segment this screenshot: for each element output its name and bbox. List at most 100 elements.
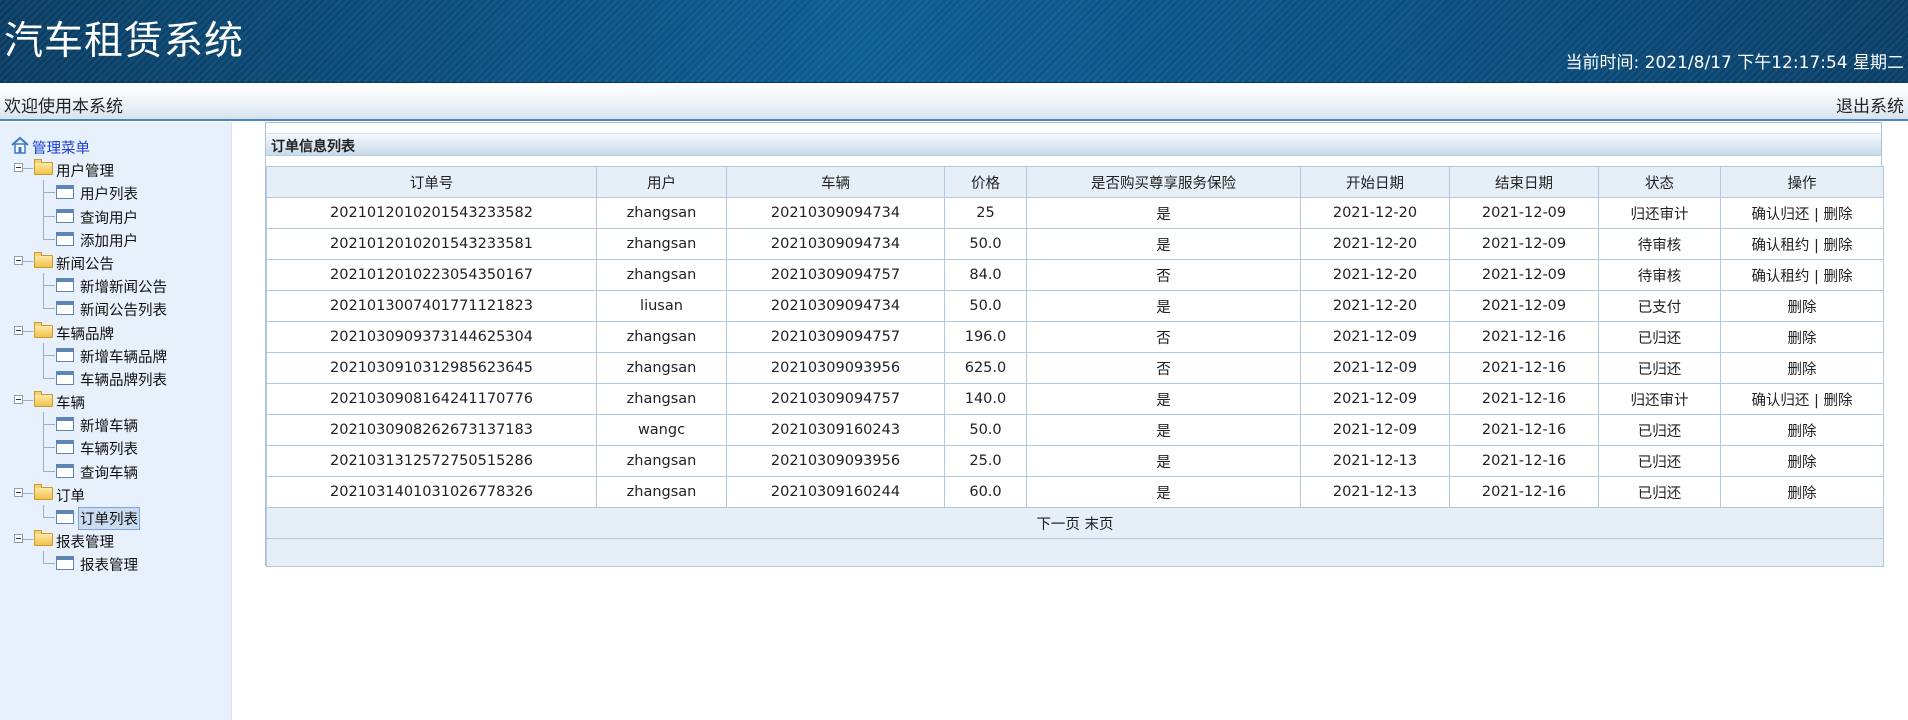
order-table: 订单号 用户 车辆 价格 是否购买尊享服务保险 开始日期 结束日期 状态 操作 20210120… (266, 166, 1884, 567)
tree-connector (43, 365, 44, 378)
menu-item-label: 新闻公告列表 (80, 303, 167, 320)
menu-tree: 管理菜单 用户管理 用户列表 查询用户添加用户新闻公告 新增新闻公告新闻公告列表车辆品牌… (0, 134, 231, 575)
next-page-link[interactable]: 下一页 (1036, 517, 1080, 533)
action-link[interactable]: 删除 (1788, 331, 1817, 347)
table-row: 2021030908164241170776 zhangsan 2021030909… (266, 383, 1884, 415)
insurance-cell: 是 (1026, 197, 1301, 229)
action-separator: | (1809, 237, 1824, 254)
user-cell: zhangsan (596, 476, 727, 508)
end-date-cell: 2021-12-09 (1449, 259, 1599, 291)
status-cell: 归还审计 (1598, 197, 1721, 229)
menu-item[interactable]: 新增车辆 (0, 412, 231, 436)
action-link[interactable]: 确认归还 (1751, 207, 1809, 223)
tree-connector (43, 238, 55, 240)
column-header: 结束日期 (1449, 166, 1599, 198)
menu-item-label: 添加用户 (80, 233, 138, 250)
insurance-cell: 是 (1026, 414, 1301, 446)
page-icon (56, 278, 74, 293)
start-date-cell: 2021-12-09 (1300, 414, 1450, 446)
action-link[interactable]: 删除 (1824, 238, 1853, 254)
tree-connector (23, 539, 33, 541)
collapse-icon[interactable] (14, 325, 23, 335)
menu-group[interactable]: 报表管理 (0, 528, 231, 551)
car-cell: 20210309094734 (726, 228, 945, 260)
actions-cell: 确认租约 | 删除 (1720, 259, 1884, 291)
menu-group[interactable]: 用户管理 (0, 157, 231, 180)
tree-connector (43, 470, 55, 472)
page-icon (56, 417, 74, 432)
price-cell: 50.0 (944, 228, 1027, 260)
end-date-cell: 2021-12-16 (1449, 414, 1599, 446)
menu-item[interactable]: 查询用户 (0, 203, 231, 227)
action-link[interactable]: 删除 (1824, 393, 1853, 409)
menu-item[interactable]: 查询车辆 (0, 458, 231, 482)
menu-group[interactable]: 车辆 (0, 389, 231, 412)
app-title: 汽车租赁系统 (4, 19, 245, 64)
collapse-icon[interactable] (14, 395, 23, 405)
action-separator: | (1809, 268, 1824, 285)
menu-group-label: 订单 (56, 488, 85, 505)
action-link[interactable]: 删除 (1788, 362, 1817, 378)
tree-connector (43, 192, 55, 194)
price-cell: 25 (944, 197, 1027, 229)
action-link[interactable]: 删除 (1788, 300, 1817, 316)
action-link[interactable]: 确认归还 (1751, 393, 1809, 409)
menu-group-label: 车辆品牌 (56, 326, 114, 343)
price-cell: 84.0 (944, 259, 1027, 291)
folder-icon (34, 530, 53, 547)
action-link[interactable]: 删除 (1788, 424, 1817, 440)
welcome-text: 欢迎使用本系统 (4, 97, 123, 117)
action-link[interactable]: 删除 (1788, 455, 1817, 471)
column-header: 开始日期 (1300, 166, 1450, 198)
price-cell: 50.0 (944, 414, 1027, 446)
menu-group[interactable]: 新闻公告 (0, 250, 231, 273)
logout-link[interactable]: 退出系统 (1836, 92, 1904, 117)
page-icon (56, 231, 74, 246)
menu-item[interactable]: 新闻公告列表 (0, 296, 231, 319)
tree-connector (43, 354, 55, 356)
collapse-icon[interactable] (14, 534, 23, 544)
menu-item[interactable]: 车辆品牌列表 (0, 365, 231, 389)
order-no-cell: 2021030908262673137183 (266, 414, 597, 446)
menu-root[interactable]: 管理菜单 (0, 134, 231, 157)
start-date-cell: 2021-12-20 (1300, 228, 1450, 260)
action-link[interactable]: 确认租约 (1751, 238, 1809, 254)
folder-icon (34, 391, 53, 408)
menu-group-label: 新闻公告 (56, 256, 114, 273)
menu-group-label: 车辆 (56, 396, 85, 413)
collapse-icon[interactable] (14, 163, 23, 173)
action-link[interactable]: 删除 (1824, 269, 1853, 285)
actions-cell: 删除 (1720, 414, 1884, 446)
menu-group[interactable]: 订单 (0, 482, 231, 505)
start-date-cell: 2021-12-13 (1300, 476, 1450, 508)
user-cell: zhangsan (596, 383, 727, 415)
menu-item-label: 报表管理 (80, 558, 138, 575)
price-cell: 140.0 (944, 383, 1027, 415)
last-page-link[interactable]: 末页 (1085, 517, 1114, 533)
user-cell: zhangsan (596, 352, 727, 384)
end-date-cell: 2021-12-09 (1449, 290, 1599, 322)
menu-item[interactable]: 车辆列表 (0, 435, 231, 459)
action-link[interactable]: 删除 (1788, 486, 1817, 502)
menu-item[interactable]: 报表管理 (0, 551, 231, 574)
end-date-cell: 2021-12-16 (1449, 476, 1599, 508)
insurance-cell: 是 (1026, 290, 1301, 322)
menu-item-label: 新增车辆 (80, 419, 138, 436)
action-link[interactable]: 确认租约 (1751, 269, 1809, 285)
insurance-cell: 否 (1026, 259, 1301, 291)
price-cell: 60.0 (944, 476, 1027, 508)
table-row: 2021030908262673137183 wangc 2021030916024… (266, 414, 1884, 446)
menu-group[interactable]: 车辆品牌 (0, 320, 231, 343)
menu-item[interactable]: 新增新闻公告 (0, 273, 231, 297)
order-no-cell: 2021013007401771121823 (266, 290, 597, 322)
action-link[interactable]: 删除 (1824, 207, 1853, 223)
menu-item[interactable]: 新增车辆品牌 (0, 342, 231, 366)
current-time: 当前时间: 2021/8/17 下午12:17:54 星期二 (1566, 48, 1904, 73)
pager-row: 下一页 末页 (266, 507, 1884, 539)
collapse-icon[interactable] (14, 487, 23, 497)
menu-item[interactable]: 用户列表 (0, 180, 231, 204)
menu-item-label: 订单列表 (78, 507, 140, 530)
menu-item[interactable]: 订单列表 (0, 505, 231, 530)
menu-item[interactable]: 添加用户 (0, 226, 231, 250)
collapse-icon[interactable] (14, 255, 23, 265)
